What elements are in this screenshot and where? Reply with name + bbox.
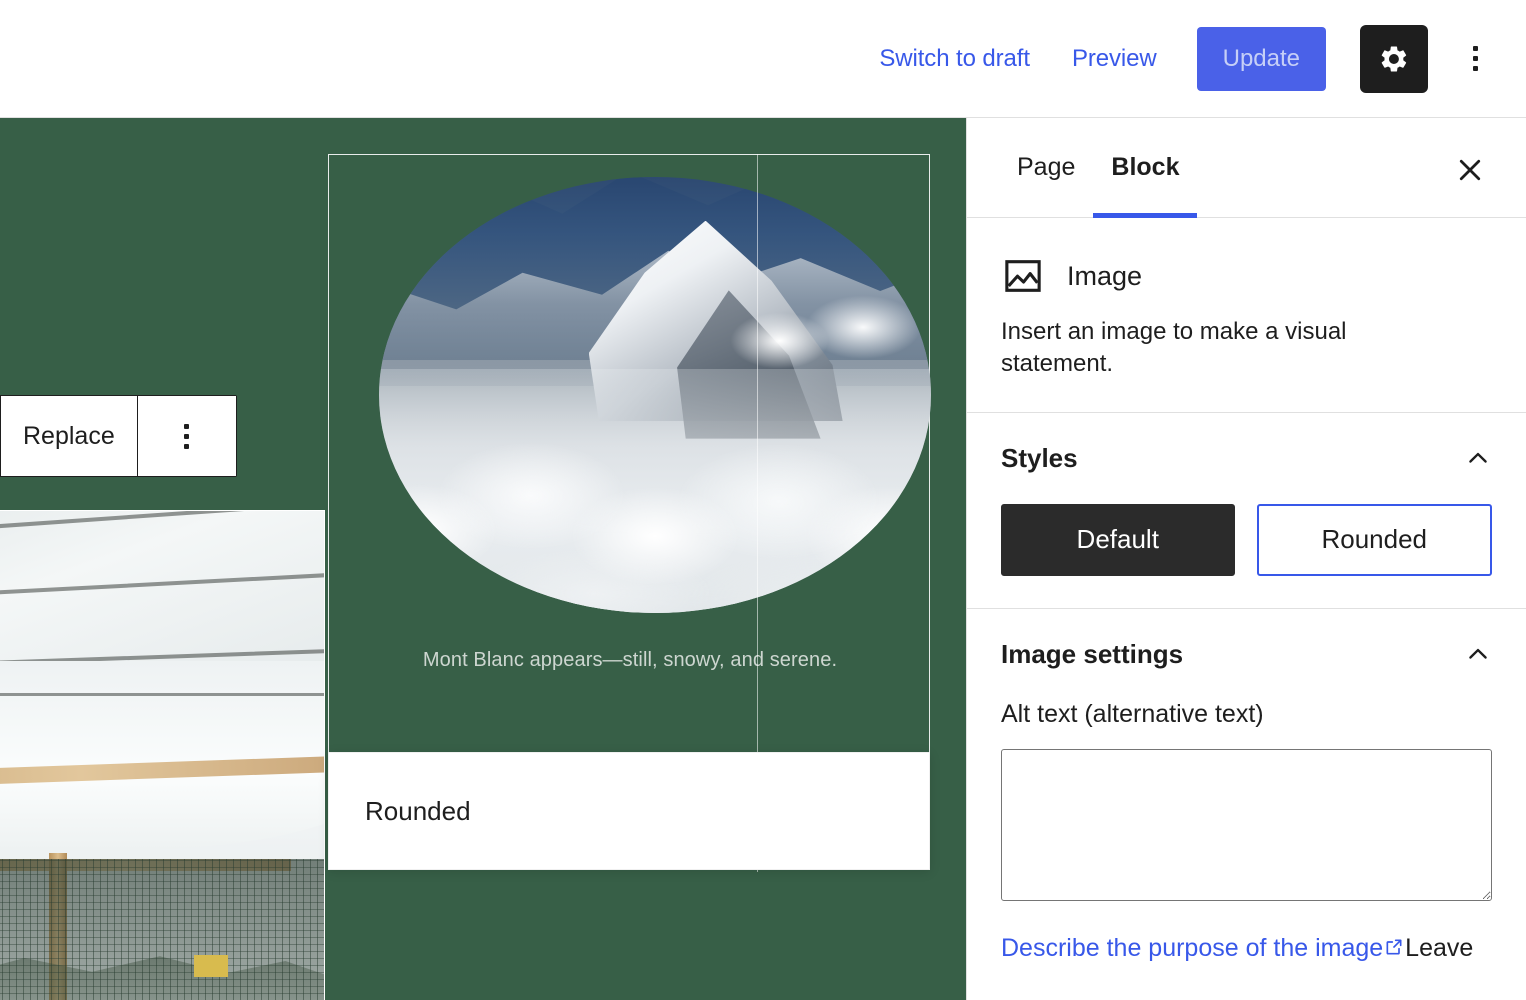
style-preview-label: Rounded (365, 796, 471, 827)
block-toolbar[interactable]: Replace (0, 395, 237, 477)
image-caption[interactable]: Mont Blanc appears—still, snowy, and ser… (329, 649, 931, 672)
update-button[interactable]: Update (1197, 27, 1326, 91)
image-icon (1001, 254, 1045, 298)
style-option-default[interactable]: Default (1001, 504, 1235, 576)
more-options-button[interactable] (1452, 25, 1498, 93)
preview-button[interactable]: Preview (1058, 35, 1171, 83)
settings-sidebar: Page Block Image Insert an image to make… (966, 118, 1526, 1000)
styles-section-header[interactable]: Styles (1001, 443, 1492, 474)
editor-canvas[interactable]: Replace Mont Blanc appears—still, snowy,… (0, 118, 966, 1000)
block-description: Insert an image to make a visual stateme… (1001, 316, 1431, 380)
close-sidebar-button[interactable] (1448, 148, 1492, 192)
alt-text-help-suffix: Leave (1405, 934, 1473, 962)
mont-blanc-rounded-photo[interactable] (379, 177, 931, 613)
sidebar-tabs: Page Block (967, 118, 1526, 218)
chevron-up-icon[interactable] (1464, 640, 1492, 668)
tab-page[interactable]: Page (999, 118, 1093, 218)
external-link-icon (1384, 937, 1404, 957)
describe-image-link[interactable]: Describe the purpose of the image (1001, 934, 1383, 962)
settings-button[interactable] (1360, 25, 1428, 93)
top-toolbar: Switch to draft Preview Update (0, 0, 1526, 118)
block-more-options-button[interactable] (138, 396, 236, 476)
vertical-ellipsis-icon (1473, 46, 1478, 71)
alt-text-input[interactable] (1001, 749, 1492, 901)
styles-title: Styles (1001, 443, 1078, 474)
style-options: Default Rounded (1001, 504, 1492, 576)
close-icon (1455, 155, 1485, 185)
greenhouse-image-block[interactable] (0, 510, 325, 1000)
switch-to-draft-button[interactable]: Switch to draft (865, 35, 1044, 83)
block-title: Image (1067, 261, 1142, 292)
style-option-rounded[interactable]: Rounded (1257, 504, 1493, 576)
greenhouse-polytunnel-photo (0, 511, 324, 1000)
selected-image-block[interactable]: Mont Blanc appears—still, snowy, and ser… (328, 154, 930, 762)
alt-text-label: Alt text (alternative text) (1001, 700, 1492, 729)
image-settings-section: Image settings Alt text (alternative tex… (967, 609, 1526, 998)
image-settings-title: Image settings (1001, 639, 1183, 670)
chevron-up-icon[interactable] (1464, 444, 1492, 472)
style-preview-popover: Rounded (328, 752, 930, 870)
image-settings-header[interactable]: Image settings (1001, 639, 1492, 670)
vertical-ellipsis-icon (184, 424, 189, 449)
replace-button[interactable]: Replace (1, 396, 138, 476)
block-info-card: Image Insert an image to make a visual s… (967, 218, 1526, 413)
styles-section: Styles Default Rounded (967, 413, 1526, 609)
alt-text-help: Describe the purpose of the image Leave (1001, 932, 1492, 966)
tab-block[interactable]: Block (1093, 118, 1197, 218)
gear-icon (1379, 44, 1409, 74)
